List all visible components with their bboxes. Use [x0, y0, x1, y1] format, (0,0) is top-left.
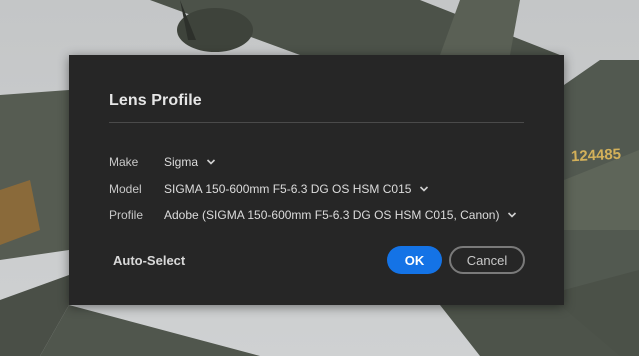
title-divider	[109, 122, 524, 123]
profile-dropdown[interactable]: Adobe (SIGMA 150-600mm F5-6.3 DG OS HSM …	[164, 208, 517, 222]
profile-label: Profile	[109, 208, 144, 222]
model-value: SIGMA 150-600mm F5-6.3 DG OS HSM C015	[164, 182, 412, 196]
make-value: Sigma	[164, 155, 199, 169]
auto-select-button[interactable]: Auto-Select	[113, 253, 185, 268]
chevron-down-icon	[419, 184, 429, 194]
ok-button[interactable]: OK	[387, 246, 442, 274]
make-dropdown[interactable]: Sigma	[164, 155, 216, 169]
model-dropdown[interactable]: SIGMA 150-600mm F5-6.3 DG OS HSM C015	[164, 182, 429, 196]
lens-profile-dialog: Lens Profile Make Sigma Model SIGMA 150-…	[69, 55, 564, 305]
dialog-title: Lens Profile	[109, 92, 202, 109]
chevron-down-icon	[206, 157, 216, 167]
make-label: Make	[109, 155, 139, 169]
aircraft-serial-number: 124485	[570, 145, 622, 166]
model-label: Model	[109, 182, 142, 196]
chevron-down-icon	[507, 210, 517, 220]
cancel-button[interactable]: Cancel	[449, 246, 525, 274]
profile-value: Adobe (SIGMA 150-600mm F5-6.3 DG OS HSM …	[164, 208, 500, 222]
